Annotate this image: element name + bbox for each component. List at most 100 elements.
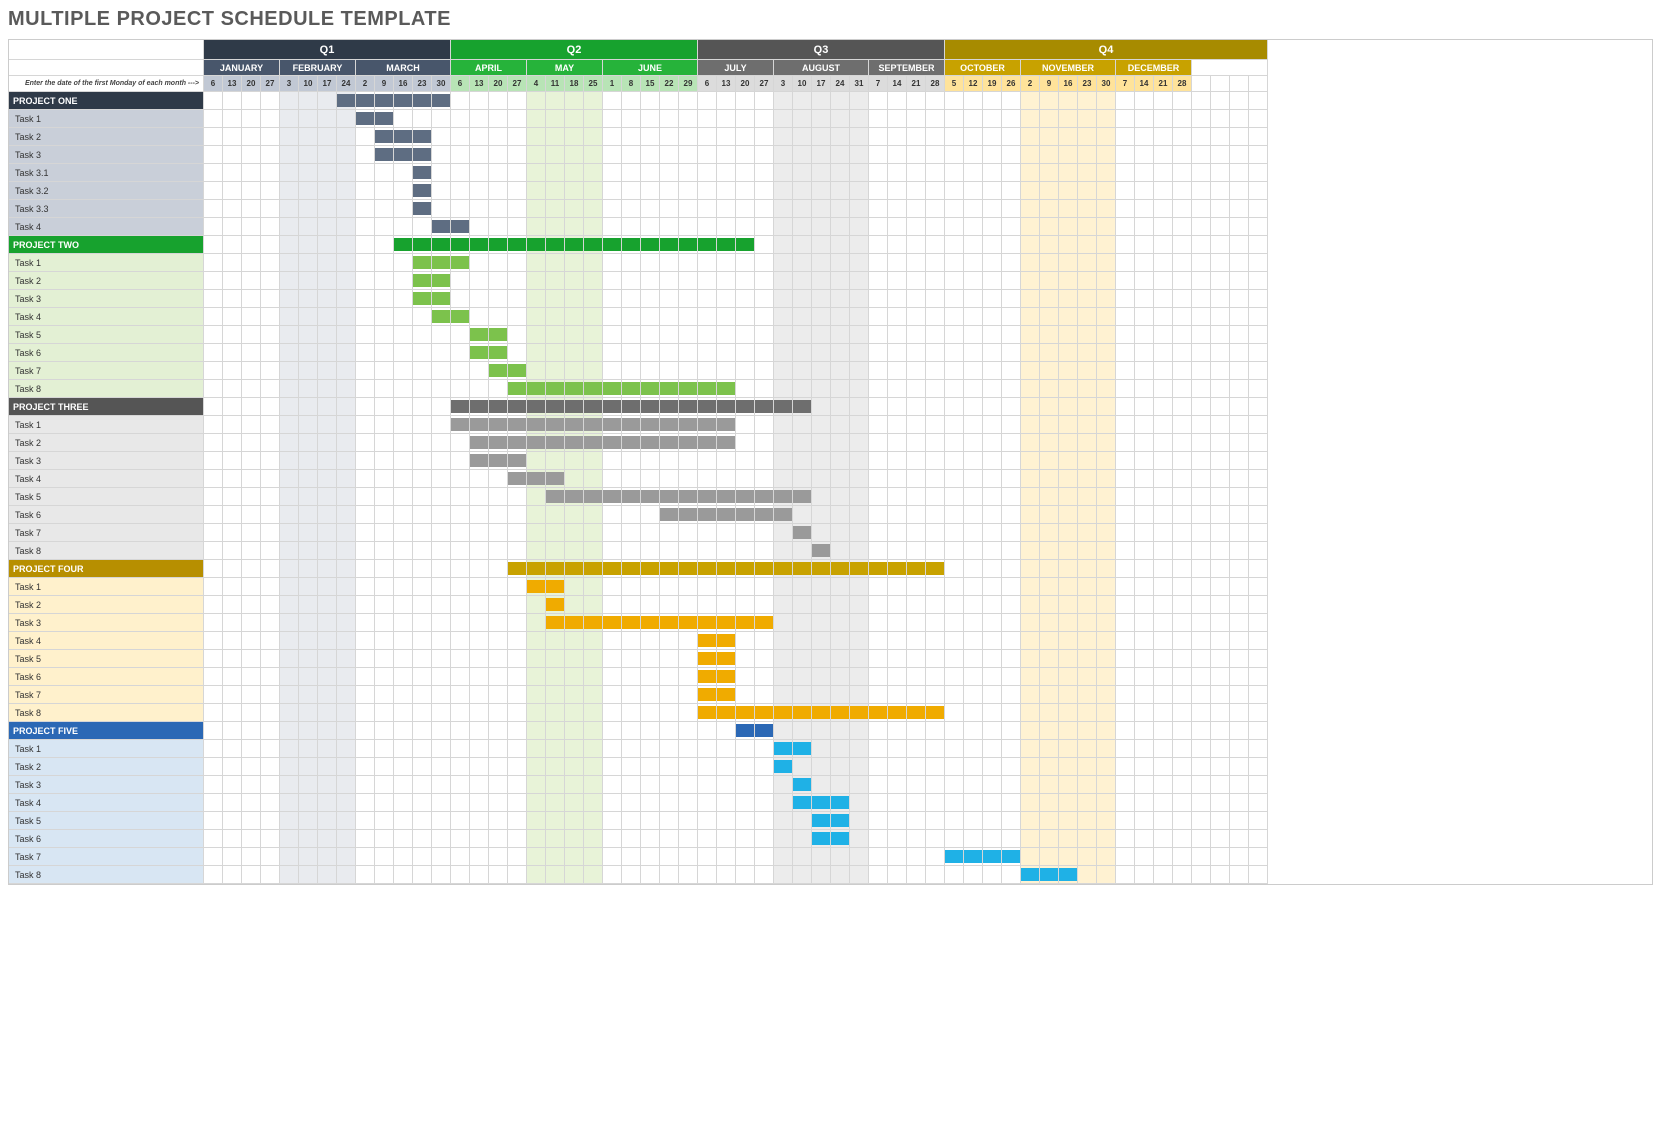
gantt-bar[interactable] [584,436,602,449]
gantt-bar[interactable] [1040,868,1058,881]
gantt-bar[interactable] [698,238,716,251]
gantt-bar[interactable] [888,562,906,575]
gantt-bar[interactable] [774,508,792,521]
gantt-bar[interactable] [622,238,640,251]
gantt-bar[interactable] [698,670,716,683]
gantt-bar[interactable] [736,508,754,521]
gantt-bar[interactable] [622,436,640,449]
gantt-bar[interactable] [584,562,602,575]
gantt-bar[interactable] [565,238,583,251]
gantt-bar[interactable] [679,436,697,449]
gantt-bar[interactable] [831,706,849,719]
task-label[interactable]: Task 2 [9,128,204,146]
gantt-bar[interactable] [717,400,735,413]
gantt-bar[interactable] [755,508,773,521]
gantt-bar[interactable] [679,382,697,395]
gantt-bar[interactable] [546,472,564,485]
task-label[interactable]: Task 1 [9,740,204,758]
gantt-bar[interactable] [641,400,659,413]
gantt-bar[interactable] [755,724,773,737]
gantt-bar[interactable] [698,652,716,665]
gantt-bar[interactable] [717,490,735,503]
gantt-bar[interactable] [717,562,735,575]
gantt-bar[interactable] [926,562,944,575]
gantt-bar[interactable] [793,400,811,413]
task-label[interactable]: Task 5 [9,488,204,506]
gantt-bar[interactable] [736,724,754,737]
task-label[interactable]: Task 3.2 [9,182,204,200]
gantt-bar[interactable] [755,562,773,575]
gantt-bar[interactable] [717,670,735,683]
gantt-bar[interactable] [793,526,811,539]
gantt-bar[interactable] [527,562,545,575]
gantt-bar[interactable] [793,562,811,575]
gantt-bar[interactable] [641,616,659,629]
gantt-bar[interactable] [413,238,431,251]
gantt-bar[interactable] [603,490,621,503]
gantt-bar[interactable] [413,274,431,287]
gantt-bar[interactable] [660,616,678,629]
gantt-bar[interactable] [831,832,849,845]
gantt-bar[interactable] [774,760,792,773]
gantt-bar[interactable] [584,616,602,629]
gantt-bar[interactable] [793,778,811,791]
gantt-bar[interactable] [736,706,754,719]
gantt-bar[interactable] [527,418,545,431]
gantt-bar[interactable] [584,382,602,395]
gantt-bar[interactable] [451,238,469,251]
gantt-bar[interactable] [679,400,697,413]
task-label[interactable]: Task 3 [9,614,204,632]
gantt-bar[interactable] [413,256,431,269]
gantt-bar[interactable] [679,616,697,629]
gantt-bar[interactable] [641,490,659,503]
gantt-bar[interactable] [375,112,393,125]
gantt-bar[interactable] [584,400,602,413]
gantt-bar[interactable] [641,382,659,395]
gantt-bar[interactable] [717,436,735,449]
task-label[interactable]: Task 4 [9,794,204,812]
gantt-bar[interactable] [812,706,830,719]
gantt-bar[interactable] [489,436,507,449]
gantt-bar[interactable] [356,112,374,125]
gantt-bar[interactable] [489,328,507,341]
gantt-bar[interactable] [394,94,412,107]
gantt-bar[interactable] [983,850,1001,863]
task-label[interactable]: Task 1 [9,110,204,128]
gantt-bar[interactable] [432,274,450,287]
gantt-bar[interactable] [508,418,526,431]
gantt-bar[interactable] [489,238,507,251]
gantt-bar[interactable] [660,490,678,503]
task-label[interactable]: Task 6 [9,668,204,686]
gantt-bar[interactable] [470,238,488,251]
gantt-bar[interactable] [508,562,526,575]
gantt-bar[interactable] [508,364,526,377]
task-label[interactable]: Task 5 [9,650,204,668]
gantt-bar[interactable] [508,400,526,413]
task-label[interactable]: Task 3 [9,452,204,470]
task-label[interactable]: Task 4 [9,470,204,488]
gantt-bar[interactable] [793,796,811,809]
gantt-bar[interactable] [546,580,564,593]
gantt-bar[interactable] [736,400,754,413]
gantt-bar[interactable] [603,238,621,251]
gantt-bar[interactable] [774,742,792,755]
project-header[interactable]: PROJECT FIVE [9,722,204,740]
gantt-bar[interactable] [527,580,545,593]
gantt-bar[interactable] [755,706,773,719]
gantt-bar[interactable] [527,382,545,395]
gantt-bar[interactable] [660,238,678,251]
gantt-bar[interactable] [812,562,830,575]
gantt-bar[interactable] [698,436,716,449]
gantt-bar[interactable] [622,562,640,575]
gantt-bar[interactable] [565,418,583,431]
gantt-bar[interactable] [641,418,659,431]
gantt-bar[interactable] [546,598,564,611]
task-label[interactable]: Task 7 [9,686,204,704]
gantt-bar[interactable] [698,508,716,521]
task-label[interactable]: Task 5 [9,812,204,830]
gantt-bar[interactable] [679,562,697,575]
task-label[interactable]: Task 7 [9,524,204,542]
gantt-bar[interactable] [717,418,735,431]
gantt-bar[interactable] [546,400,564,413]
gantt-bar[interactable] [375,148,393,161]
